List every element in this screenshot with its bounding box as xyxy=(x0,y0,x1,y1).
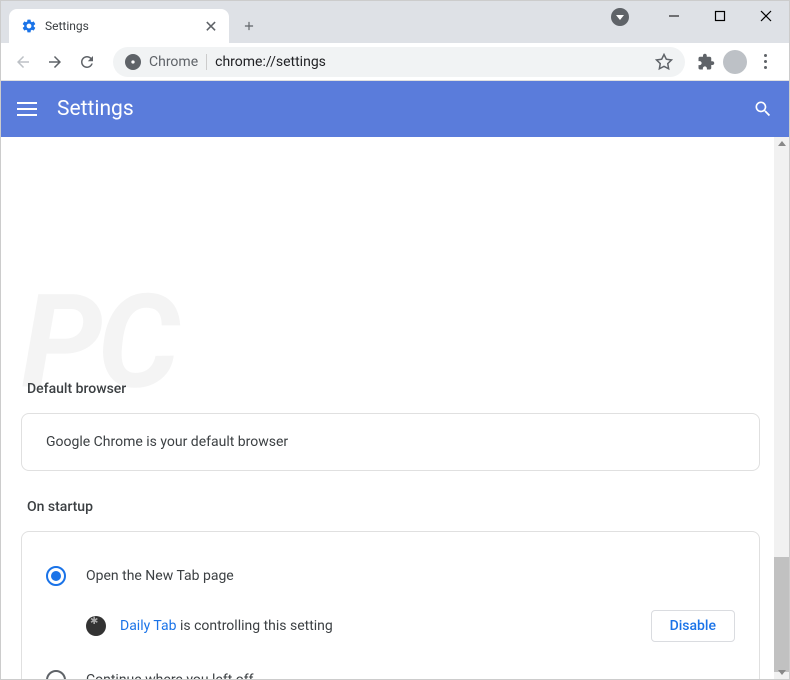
browser-window: Settings ✕ Chrome chrome://settings xyxy=(0,0,790,680)
vertical-scrollbar[interactable] xyxy=(774,137,789,679)
extensions-icon[interactable] xyxy=(697,53,715,71)
new-tab-button[interactable] xyxy=(235,12,263,40)
section-title-default-browser: Default browser xyxy=(27,381,760,397)
address-bar[interactable]: Chrome chrome://settings xyxy=(113,47,685,77)
browser-tab[interactable]: Settings ✕ xyxy=(9,9,229,43)
browser-toolbar: Chrome chrome://settings xyxy=(1,43,789,81)
settings-content: PC risk.com Default browser Google Chrom… xyxy=(1,137,774,679)
page-title: Settings xyxy=(57,97,733,121)
section-title-startup: On startup xyxy=(27,499,760,515)
hamburger-menu-icon[interactable] xyxy=(17,102,37,116)
extension-badge-icon xyxy=(86,616,106,636)
close-tab-icon[interactable]: ✕ xyxy=(203,18,219,34)
profile-avatar[interactable] xyxy=(723,50,747,74)
content-wrap: PC risk.com Default browser Google Chrom… xyxy=(1,137,789,679)
default-browser-message: Google Chrome is your default browser xyxy=(46,434,735,450)
forward-button[interactable] xyxy=(41,48,69,76)
chrome-icon xyxy=(125,54,141,70)
startup-option-continue[interactable]: Continue where you left off xyxy=(46,656,735,679)
back-button[interactable] xyxy=(9,48,37,76)
extension-control-row: Daily Tab is controlling this setting Di… xyxy=(46,600,735,656)
reload-button[interactable] xyxy=(73,48,101,76)
settings-header: Settings xyxy=(1,81,789,137)
search-icon[interactable] xyxy=(753,99,773,119)
startup-card: Open the New Tab page Daily Tab is contr… xyxy=(21,531,760,679)
extension-control-text: Daily Tab is controlling this setting xyxy=(120,618,637,634)
window-controls xyxy=(651,1,789,31)
dropdown-badge-icon[interactable] xyxy=(611,8,629,26)
disable-button[interactable]: Disable xyxy=(651,610,735,642)
startup-option-newtab[interactable]: Open the New Tab page xyxy=(46,552,735,600)
radio-icon[interactable] xyxy=(46,670,66,679)
radio-label: Open the New Tab page xyxy=(86,568,234,584)
minimize-button[interactable] xyxy=(651,1,697,31)
omnibox-url: chrome://settings xyxy=(215,54,647,70)
tab-title: Settings xyxy=(45,19,195,33)
kebab-menu-icon[interactable] xyxy=(755,54,775,69)
maximize-button[interactable] xyxy=(697,1,743,31)
gear-icon xyxy=(21,18,37,34)
extension-name-link[interactable]: Daily Tab xyxy=(120,618,177,634)
toolbar-right xyxy=(697,50,781,74)
radio-label: Continue where you left off xyxy=(86,672,254,679)
titlebar: Settings ✕ xyxy=(1,1,789,43)
radio-selected-icon[interactable] xyxy=(46,566,66,586)
scrollbar-thumb[interactable] xyxy=(774,557,789,672)
default-browser-card: Google Chrome is your default browser xyxy=(21,413,760,471)
close-window-button[interactable] xyxy=(743,1,789,31)
omnibox-prefix: Chrome xyxy=(149,54,207,70)
bookmark-star-icon[interactable] xyxy=(655,53,673,71)
extension-suffix: is controlling this setting xyxy=(177,618,333,634)
